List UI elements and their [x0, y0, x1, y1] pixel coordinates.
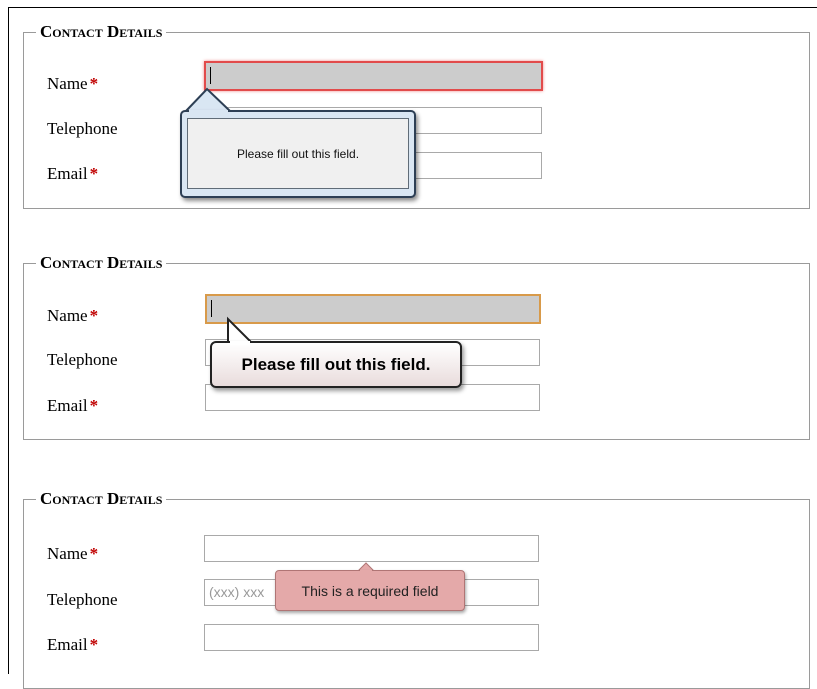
email-input[interactable]	[204, 624, 539, 651]
required-marker: *	[89, 74, 99, 93]
window-border-top	[8, 7, 817, 8]
fieldset-legend: Contact Details	[36, 489, 167, 509]
telephone-label: Telephone	[47, 350, 118, 369]
validation-tooltip: Please fill out this field.	[180, 110, 416, 198]
telephone-placeholder: (xxx) xxx	[209, 584, 265, 600]
email-label: Email *	[47, 396, 99, 415]
required-marker: *	[89, 164, 99, 183]
name-label: Name *	[47, 306, 99, 325]
name-input[interactable]	[205, 294, 541, 324]
name-input[interactable]	[204, 61, 543, 91]
fieldset-legend: Contact Details	[36, 22, 167, 42]
text-cursor	[211, 299, 212, 317]
window-border-left	[8, 7, 9, 674]
validation-tooltip-message: Please fill out this field.	[241, 354, 431, 374]
required-marker: *	[89, 306, 99, 325]
validation-tooltip-message: This is a required field	[301, 582, 439, 599]
text-cursor	[210, 66, 211, 84]
validation-tooltip: This is a required field	[275, 570, 465, 611]
email-label: Email *	[47, 635, 99, 654]
email-input[interactable]	[205, 384, 540, 411]
telephone-label: Telephone	[47, 590, 118, 609]
validation-tooltip-message: Please fill out this field.	[187, 118, 409, 189]
email-label: Email *	[47, 164, 99, 183]
required-marker: *	[89, 396, 99, 415]
telephone-label: Telephone	[47, 119, 118, 138]
fieldset-legend: Contact Details	[36, 253, 167, 273]
name-label: Name *	[47, 544, 99, 563]
validation-tooltip: Please fill out this field.	[210, 341, 462, 388]
name-label: Name *	[47, 74, 99, 93]
name-input[interactable]	[204, 535, 539, 562]
required-marker: *	[89, 635, 99, 654]
required-marker: *	[89, 544, 99, 563]
